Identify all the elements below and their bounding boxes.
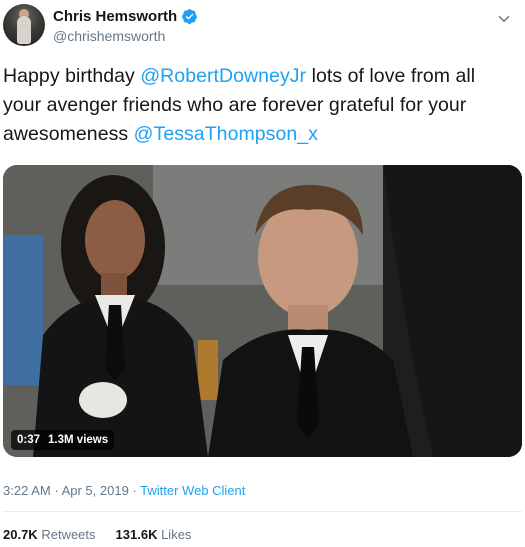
retweets-stat[interactable]: 20.7K Retweets xyxy=(3,527,96,542)
tweet-meta: 3:22 AM · Apr 5, 2019 · Twitter Web Clie… xyxy=(3,483,245,498)
retweets-label: Retweets xyxy=(41,527,96,542)
meta-separator: · xyxy=(54,483,59,498)
chevron-down-icon[interactable] xyxy=(495,10,513,28)
mention-link[interactable]: @RobertDowneyJr xyxy=(140,65,306,87)
tweet-date[interactable]: Apr 5, 2019 xyxy=(62,483,129,498)
tweet-header: Chris Hemsworth @chrishemsworth xyxy=(0,0,525,56)
video-frame xyxy=(3,165,522,457)
likes-count: 131.6K xyxy=(115,527,158,542)
avatar-figure xyxy=(17,16,31,44)
display-name[interactable]: Chris Hemsworth xyxy=(53,8,177,25)
divider xyxy=(3,511,522,512)
retweets-count: 20.7K xyxy=(3,527,38,542)
avatar[interactable] xyxy=(3,4,45,46)
tweet-text-part1: Happy birthday xyxy=(3,65,141,87)
name-row: Chris Hemsworth xyxy=(53,8,198,25)
likes-stat[interactable]: 131.6K Likes xyxy=(116,527,192,542)
video-duration-badge: 0:37 1.3M views xyxy=(11,430,115,450)
tweet-time[interactable]: 3:22 AM xyxy=(3,483,51,498)
engagement-stats: 20.7K Retweets 131.6K Likes xyxy=(3,527,191,542)
tweet-client-link[interactable]: Twitter Web Client xyxy=(140,483,245,498)
video-player[interactable]: 0:37 1.3M views xyxy=(3,165,522,457)
mention-link[interactable]: @TessaThompson_x xyxy=(134,123,318,145)
handle[interactable]: @chrishemsworth xyxy=(53,28,165,44)
video-views: 1.3M views xyxy=(48,434,109,446)
verified-badge-icon xyxy=(182,9,198,24)
meta-separator: · xyxy=(132,483,137,498)
tweet-text: Happy birthday @RobertDowneyJr lots of l… xyxy=(3,62,518,149)
likes-label: Likes xyxy=(161,527,192,542)
video-duration: 0:37 xyxy=(17,434,41,446)
